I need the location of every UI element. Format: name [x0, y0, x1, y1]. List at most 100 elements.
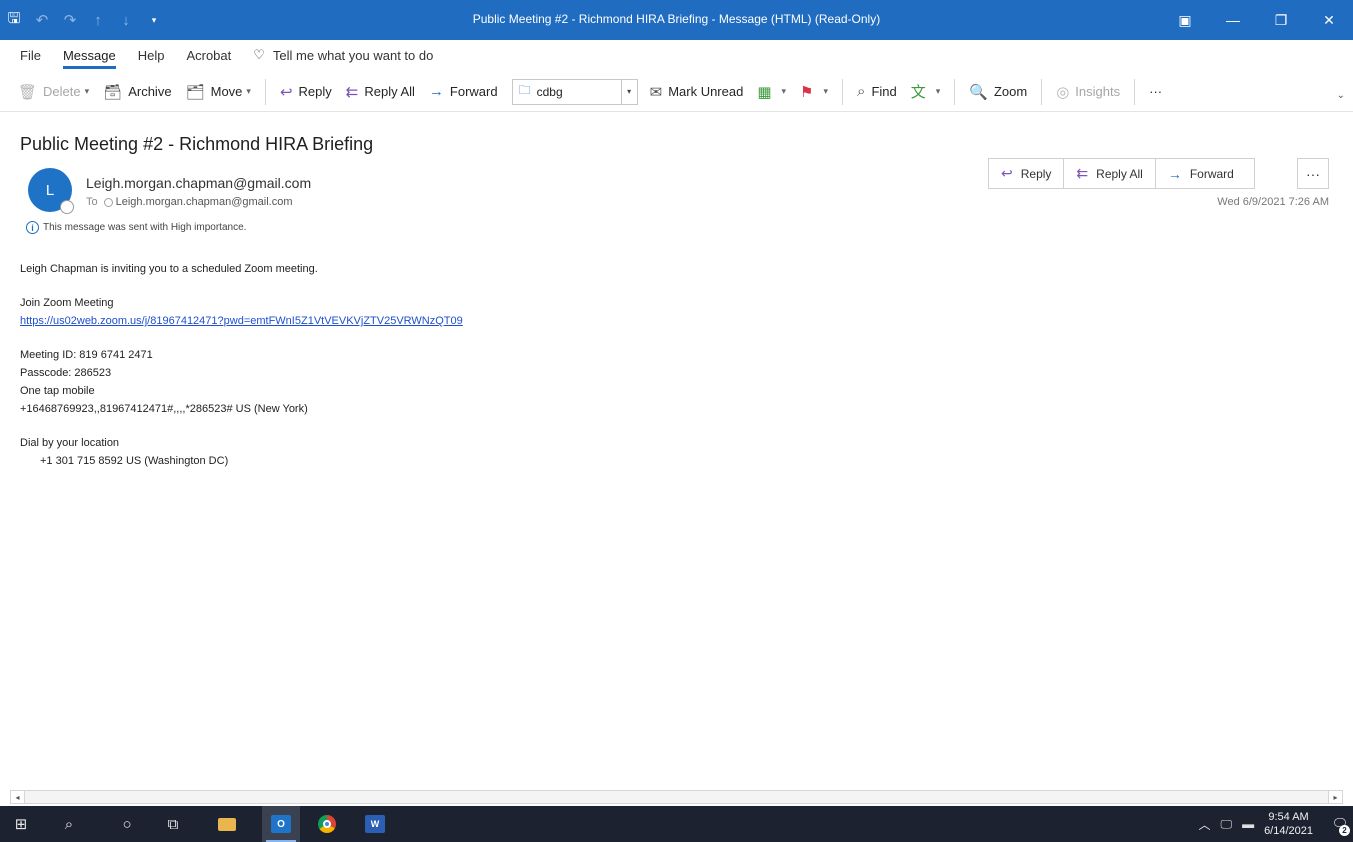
- tab-help[interactable]: Help: [138, 48, 165, 63]
- translate-button[interactable]: 文 ▾: [911, 81, 941, 102]
- reply-all-icon: ⇇: [1076, 165, 1089, 181]
- reply-button[interactable]: ↩ Reply: [988, 158, 1064, 189]
- minimize-icon[interactable]: —: [1209, 0, 1257, 40]
- presence-icon: [60, 200, 74, 214]
- message-datetime: Wed 6/9/2021 7:26 AM: [1217, 196, 1329, 208]
- zoom-join-link[interactable]: https://us02web.zoom.us/j/81967412471?pw…: [20, 315, 463, 327]
- horizontal-scrollbar[interactable]: ◂ ▸: [10, 790, 1343, 804]
- forward-icon: →: [1167, 165, 1182, 182]
- reply-all-label: Reply All: [364, 84, 415, 99]
- show-hidden-icons-icon[interactable]: ︿: [1198, 816, 1210, 833]
- title-bar: 🖫 ↶ ↷ ↑ ↓ ▾ Public Meeting #2 - Richmond…: [0, 0, 1353, 40]
- message-actions: ↩ Reply ⇇ Reply All → Forward: [988, 158, 1255, 189]
- translate-icon: 文: [910, 84, 926, 101]
- zoom-icon: 🔍: [969, 83, 988, 101]
- info-icon: i: [26, 221, 39, 234]
- one-tap-heading: One tap mobile: [20, 385, 95, 397]
- window-title: Public Meeting #2 - Richmond HIRA Briefi…: [472, 12, 881, 26]
- save-icon[interactable]: 🖫: [0, 8, 28, 33]
- reply-all-icon: ⇇: [345, 83, 359, 101]
- quick-steps-value: cdbg: [536, 84, 563, 99]
- up-icon[interactable]: ↑: [84, 12, 112, 29]
- tab-acrobat[interactable]: Acrobat: [186, 48, 231, 63]
- word-icon[interactable]: W: [356, 806, 394, 842]
- reply-all-label: Reply All: [1096, 166, 1143, 181]
- close-icon[interactable]: ✕: [1305, 0, 1353, 40]
- sender-address[interactable]: Leigh.morgan.chapman@gmail.com: [86, 175, 311, 191]
- zoom-label: Zoom: [993, 84, 1028, 99]
- move-folder-icon: 🗂: [185, 83, 205, 101]
- delete-button[interactable]: 🗑 Delete ▾: [18, 83, 89, 101]
- restore-icon[interactable]: ❐: [1257, 0, 1305, 40]
- insights-label: Insights: [1075, 84, 1121, 99]
- notification-icon[interactable]: 🗨 2: [1327, 806, 1353, 842]
- reply-label: Reply: [1020, 166, 1052, 181]
- tab-message[interactable]: Message: [62, 48, 116, 69]
- more-commands-button[interactable]: ···: [1149, 84, 1162, 99]
- more-icon: ···: [1149, 84, 1163, 99]
- presence-icon: [103, 197, 113, 207]
- undo-icon[interactable]: ↶: [28, 11, 56, 29]
- chevron-down-icon: ▾: [935, 86, 941, 96]
- forward-icon: →: [428, 83, 444, 100]
- forward-button[interactable]: → Forward: [1154, 158, 1255, 189]
- forward-label: Forward: [1189, 166, 1234, 181]
- down-icon[interactable]: ↓: [112, 12, 140, 29]
- find-label: Find: [871, 84, 897, 99]
- taskbar: ⊞ ⌕ ○ ⧉ O W ︿ 🖵 ▬ 9:54 AM 6/14/2021 🗨 2: [0, 806, 1353, 842]
- system-tray: ︿ 🖵 ▬ 9:54 AM 6/14/2021 🗨 2: [1198, 806, 1353, 842]
- customize-icon[interactable]: ▾: [140, 15, 168, 26]
- follow-up-button[interactable]: ⚑ ▾: [800, 83, 828, 101]
- network-icon[interactable]: 🖵: [1220, 817, 1232, 832]
- chevron-down-icon: ▾: [246, 86, 251, 96]
- search-icon[interactable]: ⌕: [50, 806, 88, 842]
- ribbon-separator: [842, 78, 844, 105]
- lightbulb-icon: ♡: [253, 47, 265, 62]
- scroll-left-icon[interactable]: ◂: [11, 791, 25, 803]
- redo-icon[interactable]: ↷: [56, 11, 84, 29]
- chrome-icon[interactable]: [308, 806, 346, 842]
- scroll-right-icon[interactable]: ▸: [1328, 791, 1342, 803]
- clock-date: 6/14/2021: [1264, 825, 1313, 837]
- recipient-address[interactable]: Leigh.morgan.chapman@gmail.com: [116, 196, 293, 208]
- reply-all-button[interactable]: ⇇ Reply All: [1063, 158, 1155, 189]
- quick-steps-combo[interactable]: 🗀 cdbg ▾: [511, 78, 638, 105]
- importance-text: This message was sent with High importan…: [43, 222, 247, 233]
- dial-heading: Dial by your location: [20, 437, 120, 449]
- clock[interactable]: 9:54 AM 6/14/2021: [1264, 810, 1313, 838]
- ribbon-separator: [1041, 78, 1043, 105]
- search-icon: ⌕: [857, 83, 866, 100]
- collapse-ribbon-icon[interactable]: ⌄: [1337, 90, 1345, 101]
- task-view-icon[interactable]: ⧉: [154, 806, 192, 842]
- reply-icon: ↩: [1001, 165, 1013, 181]
- chevron-down-icon[interactable]: ▾: [620, 79, 637, 104]
- clock-time: 9:54 AM: [1268, 811, 1309, 823]
- forward-button[interactable]: → Forward: [429, 83, 498, 100]
- trash-icon: 🗑: [18, 83, 38, 101]
- forward-label: Forward: [449, 84, 498, 99]
- reply-button[interactable]: ↩ Reply: [280, 83, 332, 101]
- categorize-button[interactable]: ▦ ▾: [757, 83, 786, 101]
- envelope-icon: ✉: [649, 83, 663, 101]
- flag-icon: ⚑: [800, 83, 814, 101]
- move-label: Move: [210, 84, 243, 99]
- quick-access-toolbar: 🖫 ↶ ↷ ↑ ↓ ▾: [0, 0, 168, 40]
- tell-me-box[interactable]: ♡ Tell me what you want to do: [253, 47, 433, 63]
- ribbon-display-icon[interactable]: ▣: [1161, 0, 1209, 40]
- more-actions-button[interactable]: ···: [1297, 158, 1329, 189]
- tab-file[interactable]: File: [20, 48, 41, 63]
- outlook-icon[interactable]: O: [262, 806, 300, 842]
- battery-icon[interactable]: ▬: [1242, 817, 1254, 831]
- reply-all-button[interactable]: ⇇ Reply All: [346, 83, 415, 101]
- find-button[interactable]: ⌕ Find: [857, 83, 897, 100]
- move-button[interactable]: 🗂 Move ▾: [186, 83, 251, 101]
- zoom-button[interactable]: 🔍 Zoom: [969, 83, 1027, 101]
- archive-button[interactable]: 🗃 Archive: [103, 83, 171, 101]
- file-explorer-icon[interactable]: [208, 806, 246, 842]
- message-body: Leigh Chapman is inviting you to a sched…: [20, 260, 463, 470]
- windows-start-icon[interactable]: ⊞: [2, 806, 40, 842]
- mark-unread-button[interactable]: ✉ Mark Unread: [650, 83, 744, 101]
- window-controls: ▣ — ❐ ✕: [1161, 0, 1353, 40]
- cortana-icon[interactable]: ○: [108, 806, 146, 842]
- insights-button[interactable]: ◎ Insights: [1056, 83, 1120, 101]
